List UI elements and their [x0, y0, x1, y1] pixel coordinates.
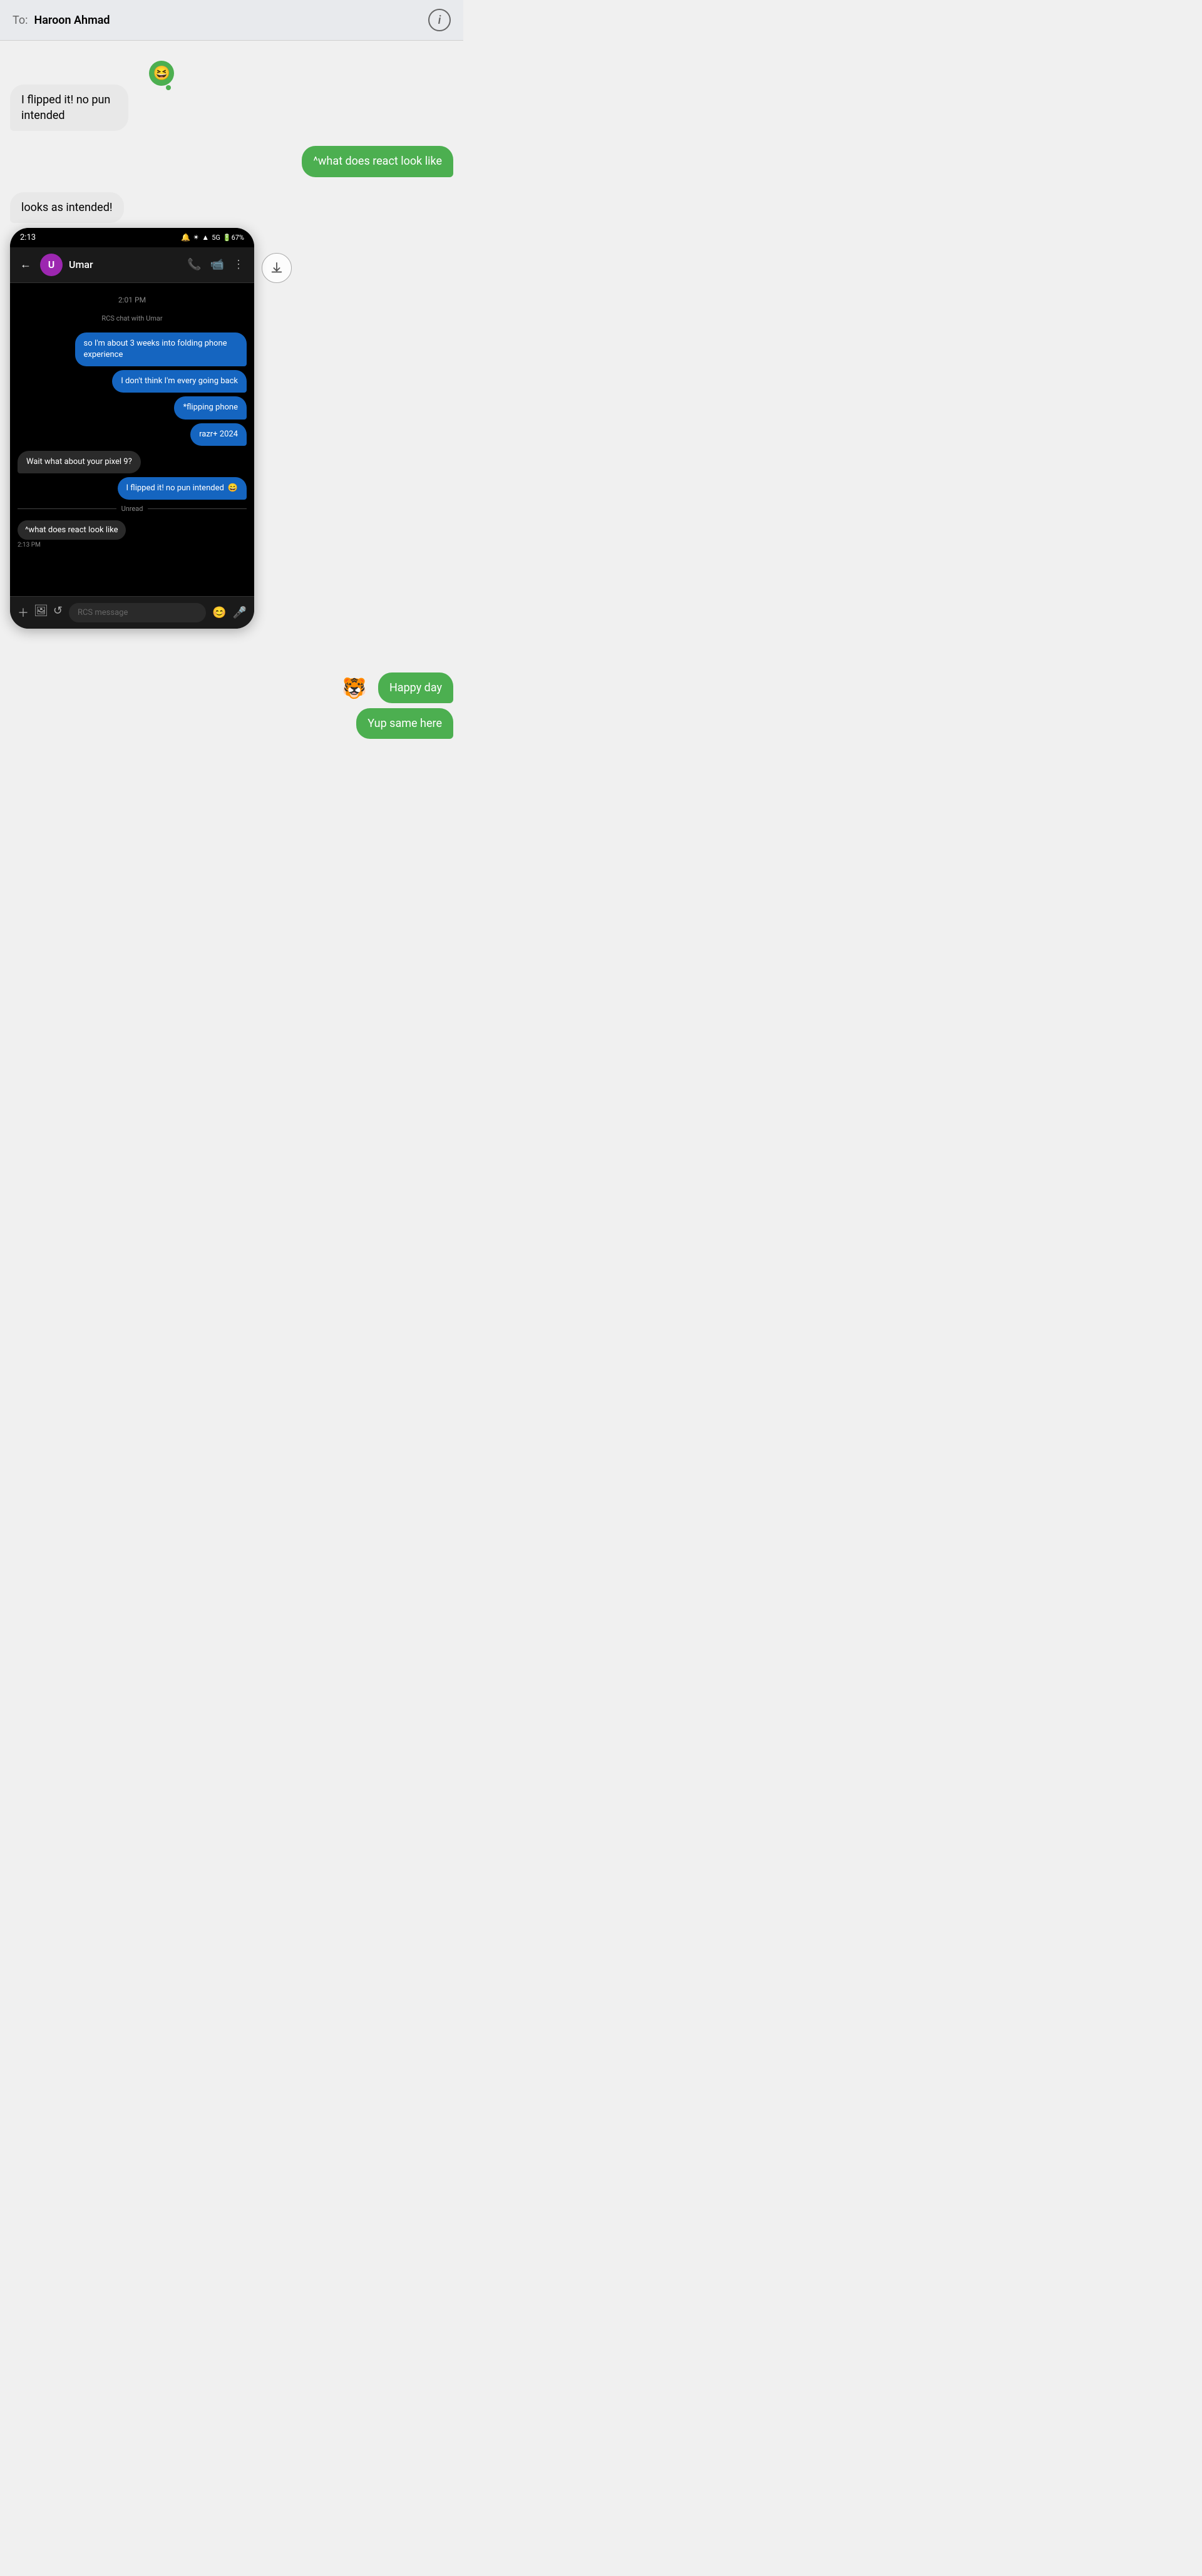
- emoji-reaction-small: 😄: [228, 483, 238, 494]
- phone-msg-1: so I'm about 3 weeks into folding phone …: [18, 332, 247, 366]
- reaction-emoji: 😆: [149, 61, 174, 86]
- phone-bubble-1: so I'm about 3 weeks into folding phone …: [75, 332, 247, 366]
- phone-status-bar: 2:13 🔔 ✴ ▲ 5G 🔋67%: [10, 228, 254, 247]
- phone-chat-area: 2:01 PM RCS chat with Umar so I'm about …: [10, 283, 254, 596]
- phone-gallery-icon[interactable]: 🖼: [34, 604, 48, 621]
- video-call-icon[interactable]: 📹: [210, 258, 224, 271]
- unread-line-right: [148, 508, 247, 509]
- message-bubble-outgoing-1: ^what does react look like: [302, 146, 453, 177]
- phone-unread-time: 2:13 PM: [18, 542, 247, 549]
- message-bubble-outgoing-3: Yup same here: [356, 708, 453, 739]
- phone-msg-text-6: I flipped it! no pun intended: [126, 483, 224, 494]
- signal-icon: ▲: [202, 233, 209, 242]
- tiger-avatar: 🐯: [339, 673, 369, 703]
- phone-screenshot: 2:13 🔔 ✴ ▲ 5G 🔋67% ← U Umar: [10, 228, 254, 629]
- phone-top-bar: ← U Umar 📞 📹 ⋮: [10, 247, 254, 283]
- message-bubble-incoming-2: looks as intended!: [10, 192, 124, 223]
- message-text: Happy day: [389, 681, 442, 694]
- message-row-outgoing-3: Yup same here: [10, 708, 453, 739]
- phone-msg-4: razr+ 2024: [18, 423, 247, 446]
- info-button[interactable]: i: [428, 9, 451, 31]
- phone-unread-divider: Unread: [18, 505, 247, 513]
- bluetooth-icon: ✴: [193, 233, 199, 242]
- chat-area: 😆 I flipped it! no pun intended ^what do…: [0, 41, 463, 756]
- phone-unread-text: ^what does react look like: [25, 525, 118, 535]
- message-bubble-outgoing-2: Happy day: [378, 672, 453, 703]
- phone-contact-avatar: U: [40, 254, 63, 276]
- phone-msg-text-3: *flipping phone: [183, 403, 238, 412]
- phone-time-label: 2:01 PM: [18, 296, 247, 304]
- incoming-section-2: looks as intended! 2:13 🔔 ✴ ▲ 5G 🔋67%: [10, 192, 453, 635]
- phone-time: 2:13: [20, 233, 36, 242]
- phone-back-arrow[interactable]: ←: [20, 258, 31, 271]
- phone-input-field[interactable]: RCS message: [69, 603, 206, 622]
- phone-status-icons: 🔔 ✴ ▲ 5G 🔋67%: [181, 233, 244, 242]
- unread-line-left: [18, 508, 116, 509]
- message-row-outgoing-2: 🐯 Happy day: [10, 672, 453, 703]
- phone-rcs-label: RCS chat with Umar: [18, 314, 247, 322]
- phone-msg-text-2: I don't think I'm every going back: [121, 376, 238, 386]
- to-label: To:: [13, 14, 28, 27]
- more-options-icon[interactable]: ⋮: [233, 258, 244, 271]
- phone-call-icon[interactable]: 📞: [187, 258, 201, 271]
- message-text: ^what does react look like: [313, 155, 442, 168]
- phone-input-bar: ＋ 🖼 ↺ RCS message 😊 🎤: [10, 596, 254, 629]
- message-text: looks as intended!: [21, 201, 113, 214]
- phone-compose-icon[interactable]: ↺: [53, 604, 63, 621]
- phone-bubble-3: *flipping phone: [174, 396, 247, 419]
- alarm-icon: 🔔: [181, 233, 190, 242]
- message-row-incoming-1: 😆 I flipped it! no pun intended: [10, 85, 453, 131]
- phone-bubble-5: Wait what about your pixel 9?: [18, 451, 141, 473]
- phone-msg-text-1: so I'm about 3 weeks into folding phone …: [84, 339, 227, 359]
- phone-msg-6: I flipped it! no pun intended 😄: [18, 477, 247, 500]
- phone-contact-row: ← U Umar: [20, 254, 93, 276]
- phone-bubble-4: razr+ 2024: [190, 423, 247, 446]
- unread-label: Unread: [121, 505, 143, 513]
- contact-name: Haroon Ahmad: [34, 14, 110, 27]
- phone-bubble-2: I don't think I'm every going back: [112, 370, 247, 393]
- download-icon: [270, 261, 284, 275]
- header-to-field: To: Haroon Ahmad: [13, 14, 110, 27]
- download-button[interactable]: [262, 253, 292, 283]
- phone-input-placeholder: RCS message: [78, 608, 128, 617]
- phone-screenshot-section: 2:13 🔔 ✴ ▲ 5G 🔋67% ← U Umar: [10, 228, 453, 629]
- phone-input-icons: ＋ 🖼 ↺: [18, 604, 63, 621]
- phone-bubble-6: I flipped it! no pun intended 😄: [118, 477, 247, 500]
- message-row-outgoing-1: ^what does react look like: [10, 146, 453, 177]
- phone-emoji-icon[interactable]: 😊: [212, 606, 226, 619]
- phone-add-icon[interactable]: ＋: [18, 604, 29, 621]
- battery-icon: 🔋67%: [223, 234, 244, 242]
- phone-mic-icon[interactable]: 🎤: [233, 606, 247, 619]
- outgoing-section-2: 🐯 Happy day Yup same here: [10, 672, 453, 744]
- phone-msg-text-5: Wait what about your pixel 9?: [26, 457, 132, 466]
- network-icon: 5G: [212, 234, 220, 242]
- phone-unread-bubble: ^what does react look like: [18, 520, 126, 540]
- message-text: Yup same here: [367, 717, 442, 730]
- message-text: I flipped it! no pun intended: [21, 93, 110, 122]
- phone-contact-name: Umar: [69, 259, 93, 270]
- message-bubble-incoming-1: I flipped it! no pun intended: [10, 85, 128, 131]
- phone-msg-text-4: razr+ 2024: [199, 430, 238, 439]
- phone-action-icons: 📞 📹 ⋮: [187, 258, 244, 271]
- info-icon: i: [438, 14, 441, 27]
- message-row-incoming-2: looks as intended!: [10, 192, 453, 223]
- phone-msg-5: Wait what about your pixel 9?: [18, 451, 247, 473]
- chat-header: To: Haroon Ahmad i: [0, 0, 463, 41]
- phone-msg-3: *flipping phone: [18, 396, 247, 419]
- tiger-emoji: 🐯: [342, 676, 367, 700]
- phone-msg-2: I don't think I'm every going back: [18, 370, 247, 393]
- phone-unread-msg: ^what does react look like 2:13 PM: [18, 520, 247, 549]
